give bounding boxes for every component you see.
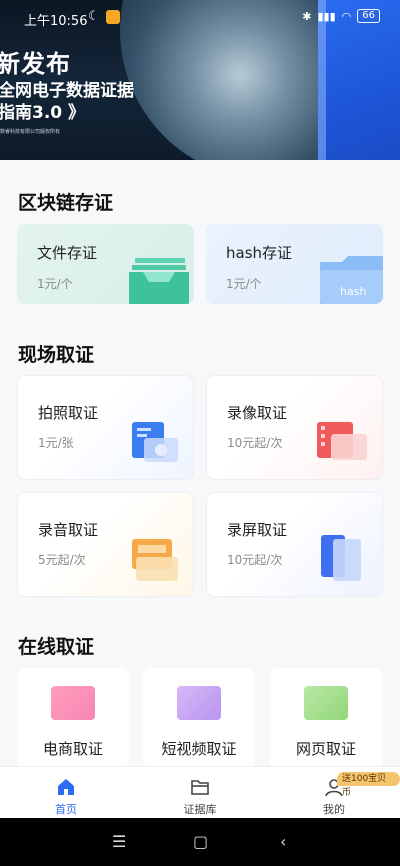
status-time: 上午10:56 [24, 14, 88, 29]
file-tray-icon [129, 258, 189, 304]
banner-copyright: 数睿科技有限公司版权所有 [0, 129, 61, 135]
card-video-evidence[interactable]: 录像取证 10元起/次 [206, 375, 383, 480]
card-name: 录像取证 [227, 404, 288, 422]
section-title-blockchain: 区块链存证 [18, 192, 114, 214]
notification-app-icon [106, 10, 120, 24]
card-screen-record-evidence[interactable]: 录屏取证 10元起/次 [206, 492, 383, 597]
card-name: 文件存证 [37, 244, 98, 262]
card-price: 1元/个 [37, 277, 73, 291]
card-price: 10元起/次 [227, 553, 283, 567]
card-name: 电商取证 [42, 740, 103, 758]
tab-evidence-library[interactable]: 证据库 [160, 767, 240, 819]
card-name: 短视频取证 [161, 740, 237, 758]
card-name: 录音取证 [38, 521, 99, 539]
status-bar: 上午10:56 ☾ ✱ ▮▮▮ ◠ 66 [0, 0, 400, 34]
tape-recorder-icon [132, 539, 178, 581]
banner-headline: 新发布 [0, 50, 71, 78]
card-name: hash存证 [226, 244, 293, 262]
photo-icon [132, 422, 178, 462]
hash-tag: hash [340, 285, 367, 298]
card-short-video-evidence[interactable]: 短视频取证 [143, 668, 255, 768]
phone-screen-icon [321, 535, 361, 581]
main-content: 区块链存证 文件存证 1元/个 hash存证 1元/个 hash 现场取证 拍照… [0, 160, 400, 768]
ecommerce-icon [51, 686, 95, 720]
card-ecommerce-evidence[interactable]: 电商取证 [17, 668, 129, 768]
card-photo-evidence[interactable]: 拍照取证 1元/张 [17, 375, 194, 480]
folder-icon [191, 780, 209, 795]
tab-label: 我的 [323, 803, 345, 816]
video-camera-icon [317, 422, 367, 460]
card-name: 拍照取证 [38, 404, 99, 422]
wifi-icon: ◠ [341, 9, 352, 23]
tab-home[interactable]: 首页 [26, 767, 106, 819]
card-hash-evidence[interactable]: hash存证 1元/个 hash [206, 224, 383, 304]
menu-icon[interactable]: ☰ [112, 832, 126, 851]
card-webpage-evidence[interactable]: 网页取证 [270, 668, 382, 768]
card-price: 1元/个 [226, 277, 262, 291]
tab-label: 证据库 [183, 803, 217, 816]
coin-reward-badge: 送100宝贝币 [337, 772, 400, 798]
system-icons: ✱ ▮▮▮ ◠ 66 [302, 9, 380, 23]
section-title-onsite: 现场取证 [18, 344, 95, 366]
card-price: 1元/张 [38, 436, 74, 450]
card-price: 10元起/次 [227, 436, 283, 450]
tab-label: 首页 [55, 803, 77, 816]
section-title-online: 在线取证 [18, 636, 95, 658]
play-video-icon [177, 686, 221, 720]
card-price: 5元起/次 [38, 553, 86, 567]
card-file-evidence[interactable]: 文件存证 1元/个 [17, 224, 194, 304]
signal-icon: ▮▮▮ [317, 9, 336, 23]
bluetooth-icon: ✱ [302, 9, 312, 23]
home-square-icon[interactable]: ▢ [193, 832, 208, 851]
home-icon [58, 779, 74, 795]
card-name: 录屏取证 [227, 521, 288, 539]
system-nav-bar: ☰ ▢ ‹ [0, 818, 400, 866]
moon-icon: ☾ [88, 9, 100, 24]
code-page-icon [304, 686, 348, 720]
battery-icon: 66 [357, 9, 380, 23]
card-audio-evidence[interactable]: 录音取证 5元起/次 [17, 492, 194, 597]
card-name: 网页取证 [295, 740, 356, 758]
banner-line-2: 指南3.0 》 [0, 103, 86, 123]
back-icon[interactable]: ‹ [280, 832, 286, 851]
